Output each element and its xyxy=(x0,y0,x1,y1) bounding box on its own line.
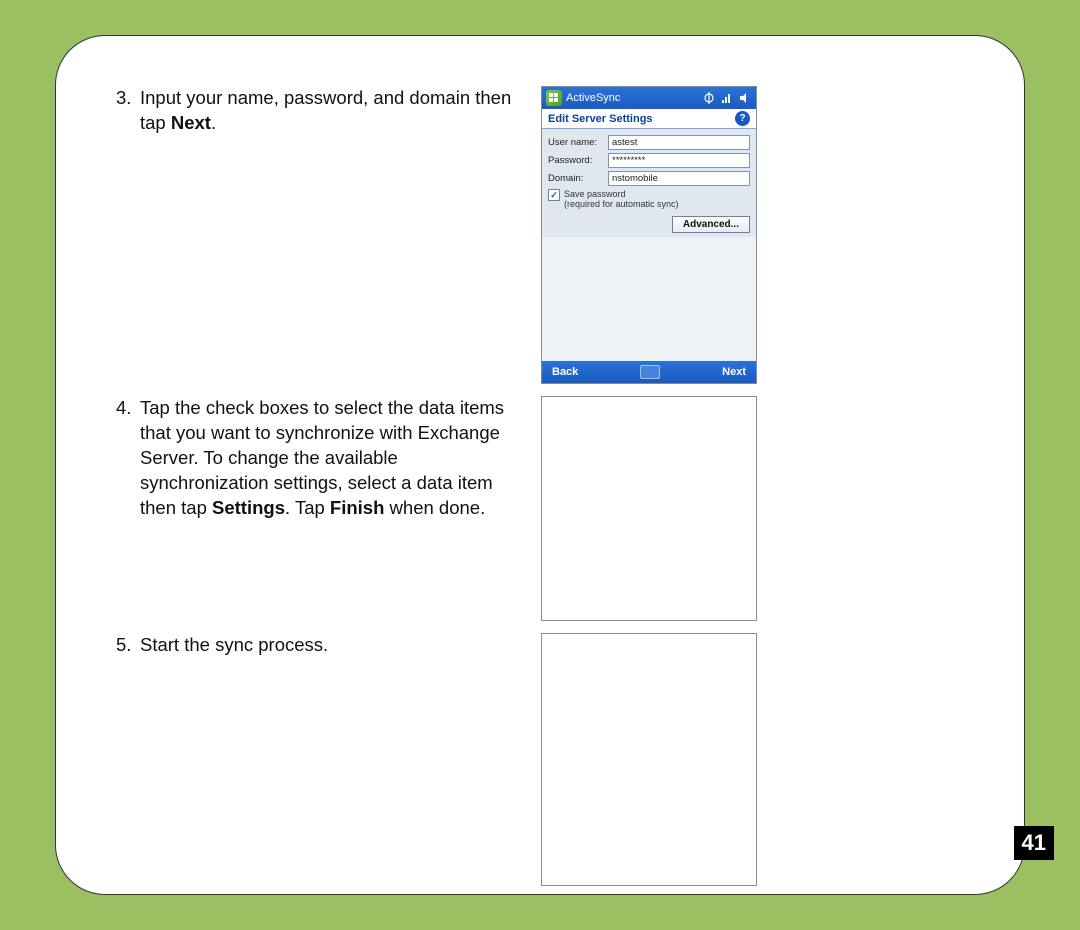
step-5-number: 5. xyxy=(116,633,140,658)
step-5-text: 5. Start the sync process. xyxy=(116,633,541,658)
step-4-posttext: when done. xyxy=(384,497,485,518)
page-card: 3. Input your name, password, and domain… xyxy=(55,35,1025,895)
windows-start-icon[interactable] xyxy=(546,90,562,106)
pda-title: ActiveSync xyxy=(566,92,620,104)
row-password: Password: ********* xyxy=(548,153,750,168)
input-domain[interactable]: nstomobile xyxy=(608,171,750,186)
row-domain: Domain: nstomobile xyxy=(548,171,750,186)
label-domain: Domain: xyxy=(548,173,604,184)
softkey-next[interactable]: Next xyxy=(722,366,746,378)
keyboard-icon[interactable] xyxy=(640,365,660,379)
step-3-number: 3. xyxy=(116,86,140,136)
step-3-row: 3. Input your name, password, and domain… xyxy=(116,86,964,384)
step-3-posttext: . xyxy=(211,112,216,133)
step-4-text: 4. Tap the check boxes to select the dat… xyxy=(116,396,541,521)
placeholder-screenshot-4 xyxy=(541,396,757,621)
input-username[interactable]: astest xyxy=(608,135,750,150)
step-5-pretext: Start the sync process. xyxy=(140,634,328,655)
step-4-midtext: . Tap xyxy=(285,497,330,518)
row-username: User name: astest xyxy=(548,135,750,150)
connectivity-icon[interactable] xyxy=(702,91,716,105)
label-username: User name: xyxy=(548,137,604,148)
help-icon[interactable]: ? xyxy=(735,111,750,126)
savepw-line2: (required for automatic sync) xyxy=(564,199,679,209)
step-4-number: 4. xyxy=(116,396,140,521)
pda-bottombar: Back Next xyxy=(542,361,756,383)
step-3-screenshot: ActiveSync Edit Server Setting xyxy=(541,86,757,384)
step-4-screenshot xyxy=(541,396,757,621)
content: 3. Input your name, password, and domain… xyxy=(56,36,1024,894)
subheader-title: Edit Server Settings xyxy=(548,113,653,125)
form-area: User name: astest Password: ********* Do… xyxy=(542,129,756,237)
row-savepw: ✓ Save password (required for automatic … xyxy=(548,189,750,210)
pda-subheader: Edit Server Settings ? xyxy=(542,109,756,129)
pda-device: ActiveSync Edit Server Setting xyxy=(541,86,757,384)
softkey-back[interactable]: Back xyxy=(552,366,578,378)
savepw-line1: Save password xyxy=(564,189,626,199)
pda-body-blank xyxy=(542,237,756,361)
step-3-bold-next: Next xyxy=(171,112,211,133)
step-3-text: 3. Input your name, password, and domain… xyxy=(116,86,541,136)
signal-icon[interactable] xyxy=(720,91,734,105)
step-4-body: Tap the check boxes to select the data i… xyxy=(140,396,523,521)
step-4-bold-settings: Settings xyxy=(212,497,285,518)
step-3-body: Input your name, password, and domain th… xyxy=(140,86,523,136)
step-5-row: 5. Start the sync process. xyxy=(116,633,964,886)
checkbox-savepw[interactable]: ✓ xyxy=(548,189,560,201)
label-password: Password: xyxy=(548,155,604,166)
input-password[interactable]: ********* xyxy=(608,153,750,168)
step-5-screenshot xyxy=(541,633,757,886)
row-advanced: Advanced... xyxy=(548,216,750,233)
savepw-text: Save password (required for automatic sy… xyxy=(564,189,679,210)
step-5-body: Start the sync process. xyxy=(140,633,523,658)
advanced-button[interactable]: Advanced... xyxy=(672,216,750,233)
step-4-row: 4. Tap the check boxes to select the dat… xyxy=(116,396,964,621)
step-4-bold-finish: Finish xyxy=(330,497,384,518)
pda-titlebar: ActiveSync xyxy=(542,87,756,109)
placeholder-screenshot-5 xyxy=(541,633,757,886)
page-number: 41 xyxy=(1014,826,1054,860)
speaker-icon[interactable] xyxy=(738,91,752,105)
